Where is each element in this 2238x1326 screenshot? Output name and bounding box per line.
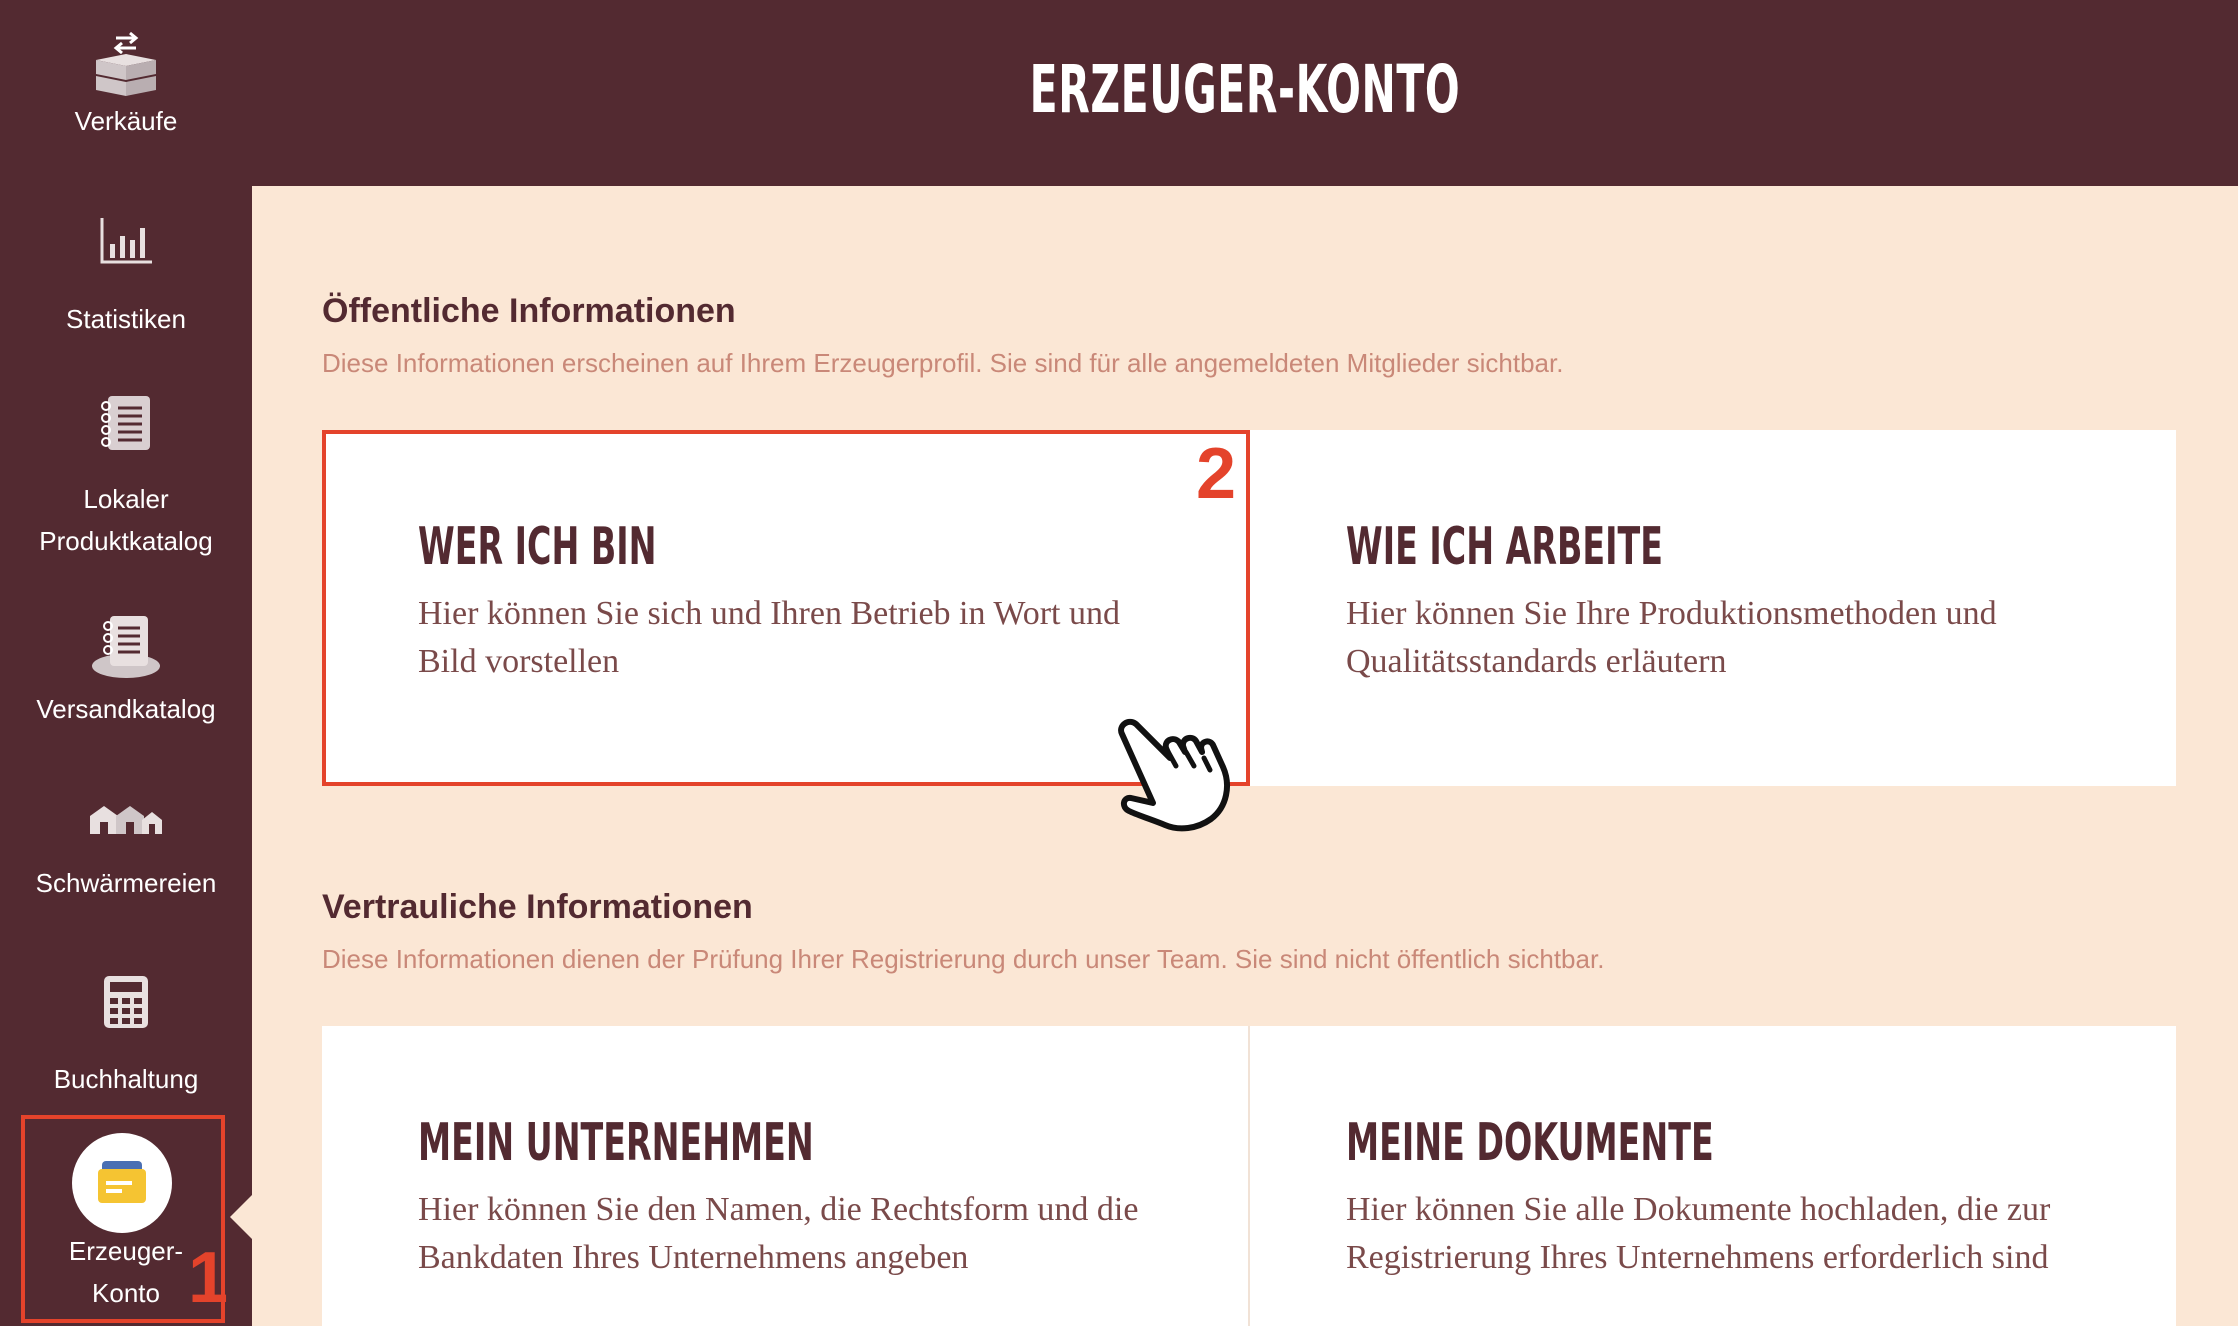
card-title: MEINE DOKUMENTE bbox=[1346, 1113, 1714, 1173]
sidebar-item-label: Schwärmereien bbox=[35, 868, 217, 898]
public-section-description: Diese Informationen erscheinen auf Ihrem… bbox=[322, 348, 1564, 378]
account-card-icon bbox=[98, 1161, 146, 1203]
card-mein-unternehmen[interactable]: MEIN UNTERNEHMEN Hier können Sie den Nam… bbox=[322, 1026, 1248, 1326]
card-title: MEIN UNTERNEHMEN bbox=[418, 1113, 814, 1173]
card-title: WIE ICH ARBEITE bbox=[1346, 517, 1663, 577]
card-description: Hier können Sie den Namen, die Rechtsfor… bbox=[418, 1191, 1139, 1276]
sidebar-item-buchhaltung[interactable]: Buchhaltung bbox=[0, 974, 252, 1100]
sidebar-item-label: Verkäufe bbox=[74, 106, 178, 136]
sidebar-item-lokaler-produktkatalog[interactable]: Lokaler Produktkatalog bbox=[0, 392, 252, 562]
shipping-catalog-icon bbox=[92, 616, 160, 678]
sidebar-item-verkaeufe[interactable]: Verkäufe bbox=[0, 30, 252, 142]
hand-pointer-icon bbox=[1118, 718, 1230, 832]
private-section-title: Vertrauliche Informationen bbox=[322, 888, 753, 926]
active-pointer-arrow bbox=[230, 1195, 252, 1239]
sidebar-item-versandkatalog[interactable]: Versandkatalog bbox=[0, 612, 252, 730]
calculator-icon bbox=[104, 976, 148, 1028]
step-marker-1: 1 bbox=[188, 1238, 229, 1318]
notebook-list-icon bbox=[101, 396, 150, 450]
sidebar-item-label: Buchhaltung bbox=[53, 1064, 199, 1094]
card-description: Hier können Sie alle Dokumente hochladen… bbox=[1346, 1191, 2051, 1276]
sidebar-item-label-line2: Produktkatalog bbox=[39, 526, 213, 556]
private-section-description: Diese Informationen dienen der Prüfung I… bbox=[322, 944, 1605, 974]
sidebar-item-label: Versandkatalog bbox=[36, 694, 216, 724]
sidebar-item-schwaermereien[interactable]: Schwärmereien bbox=[0, 800, 252, 904]
sales-crates-icon bbox=[96, 31, 156, 96]
sidebar: Verkäufe Statistiken Lokaler Produktkata… bbox=[0, 0, 252, 1326]
sidebar-item-label: Statistiken bbox=[66, 304, 186, 334]
sidebar-item-statistiken[interactable]: Statistiken bbox=[0, 210, 252, 340]
houses-icon bbox=[90, 806, 162, 834]
card-wie-ich-arbeite[interactable]: WIE ICH ARBEITE Hier können Sie Ihre Pro… bbox=[1250, 430, 2176, 786]
page-header: ERZEUGER-KONTO bbox=[252, 0, 2238, 186]
sidebar-item-label-line1: Lokaler bbox=[83, 484, 169, 514]
step-marker-2: 2 bbox=[1196, 434, 1237, 514]
page-title: ERZEUGER-KONTO bbox=[1029, 51, 1461, 128]
card-description: Hier können Sie Ihre Produktionsmethoden… bbox=[1346, 595, 1997, 680]
bar-chart-icon bbox=[100, 218, 152, 264]
card-meine-dokumente[interactable]: MEINE DOKUMENTE Hier können Sie alle Dok… bbox=[1250, 1026, 2176, 1326]
public-section-title: Öffentliche Informationen bbox=[322, 292, 736, 330]
